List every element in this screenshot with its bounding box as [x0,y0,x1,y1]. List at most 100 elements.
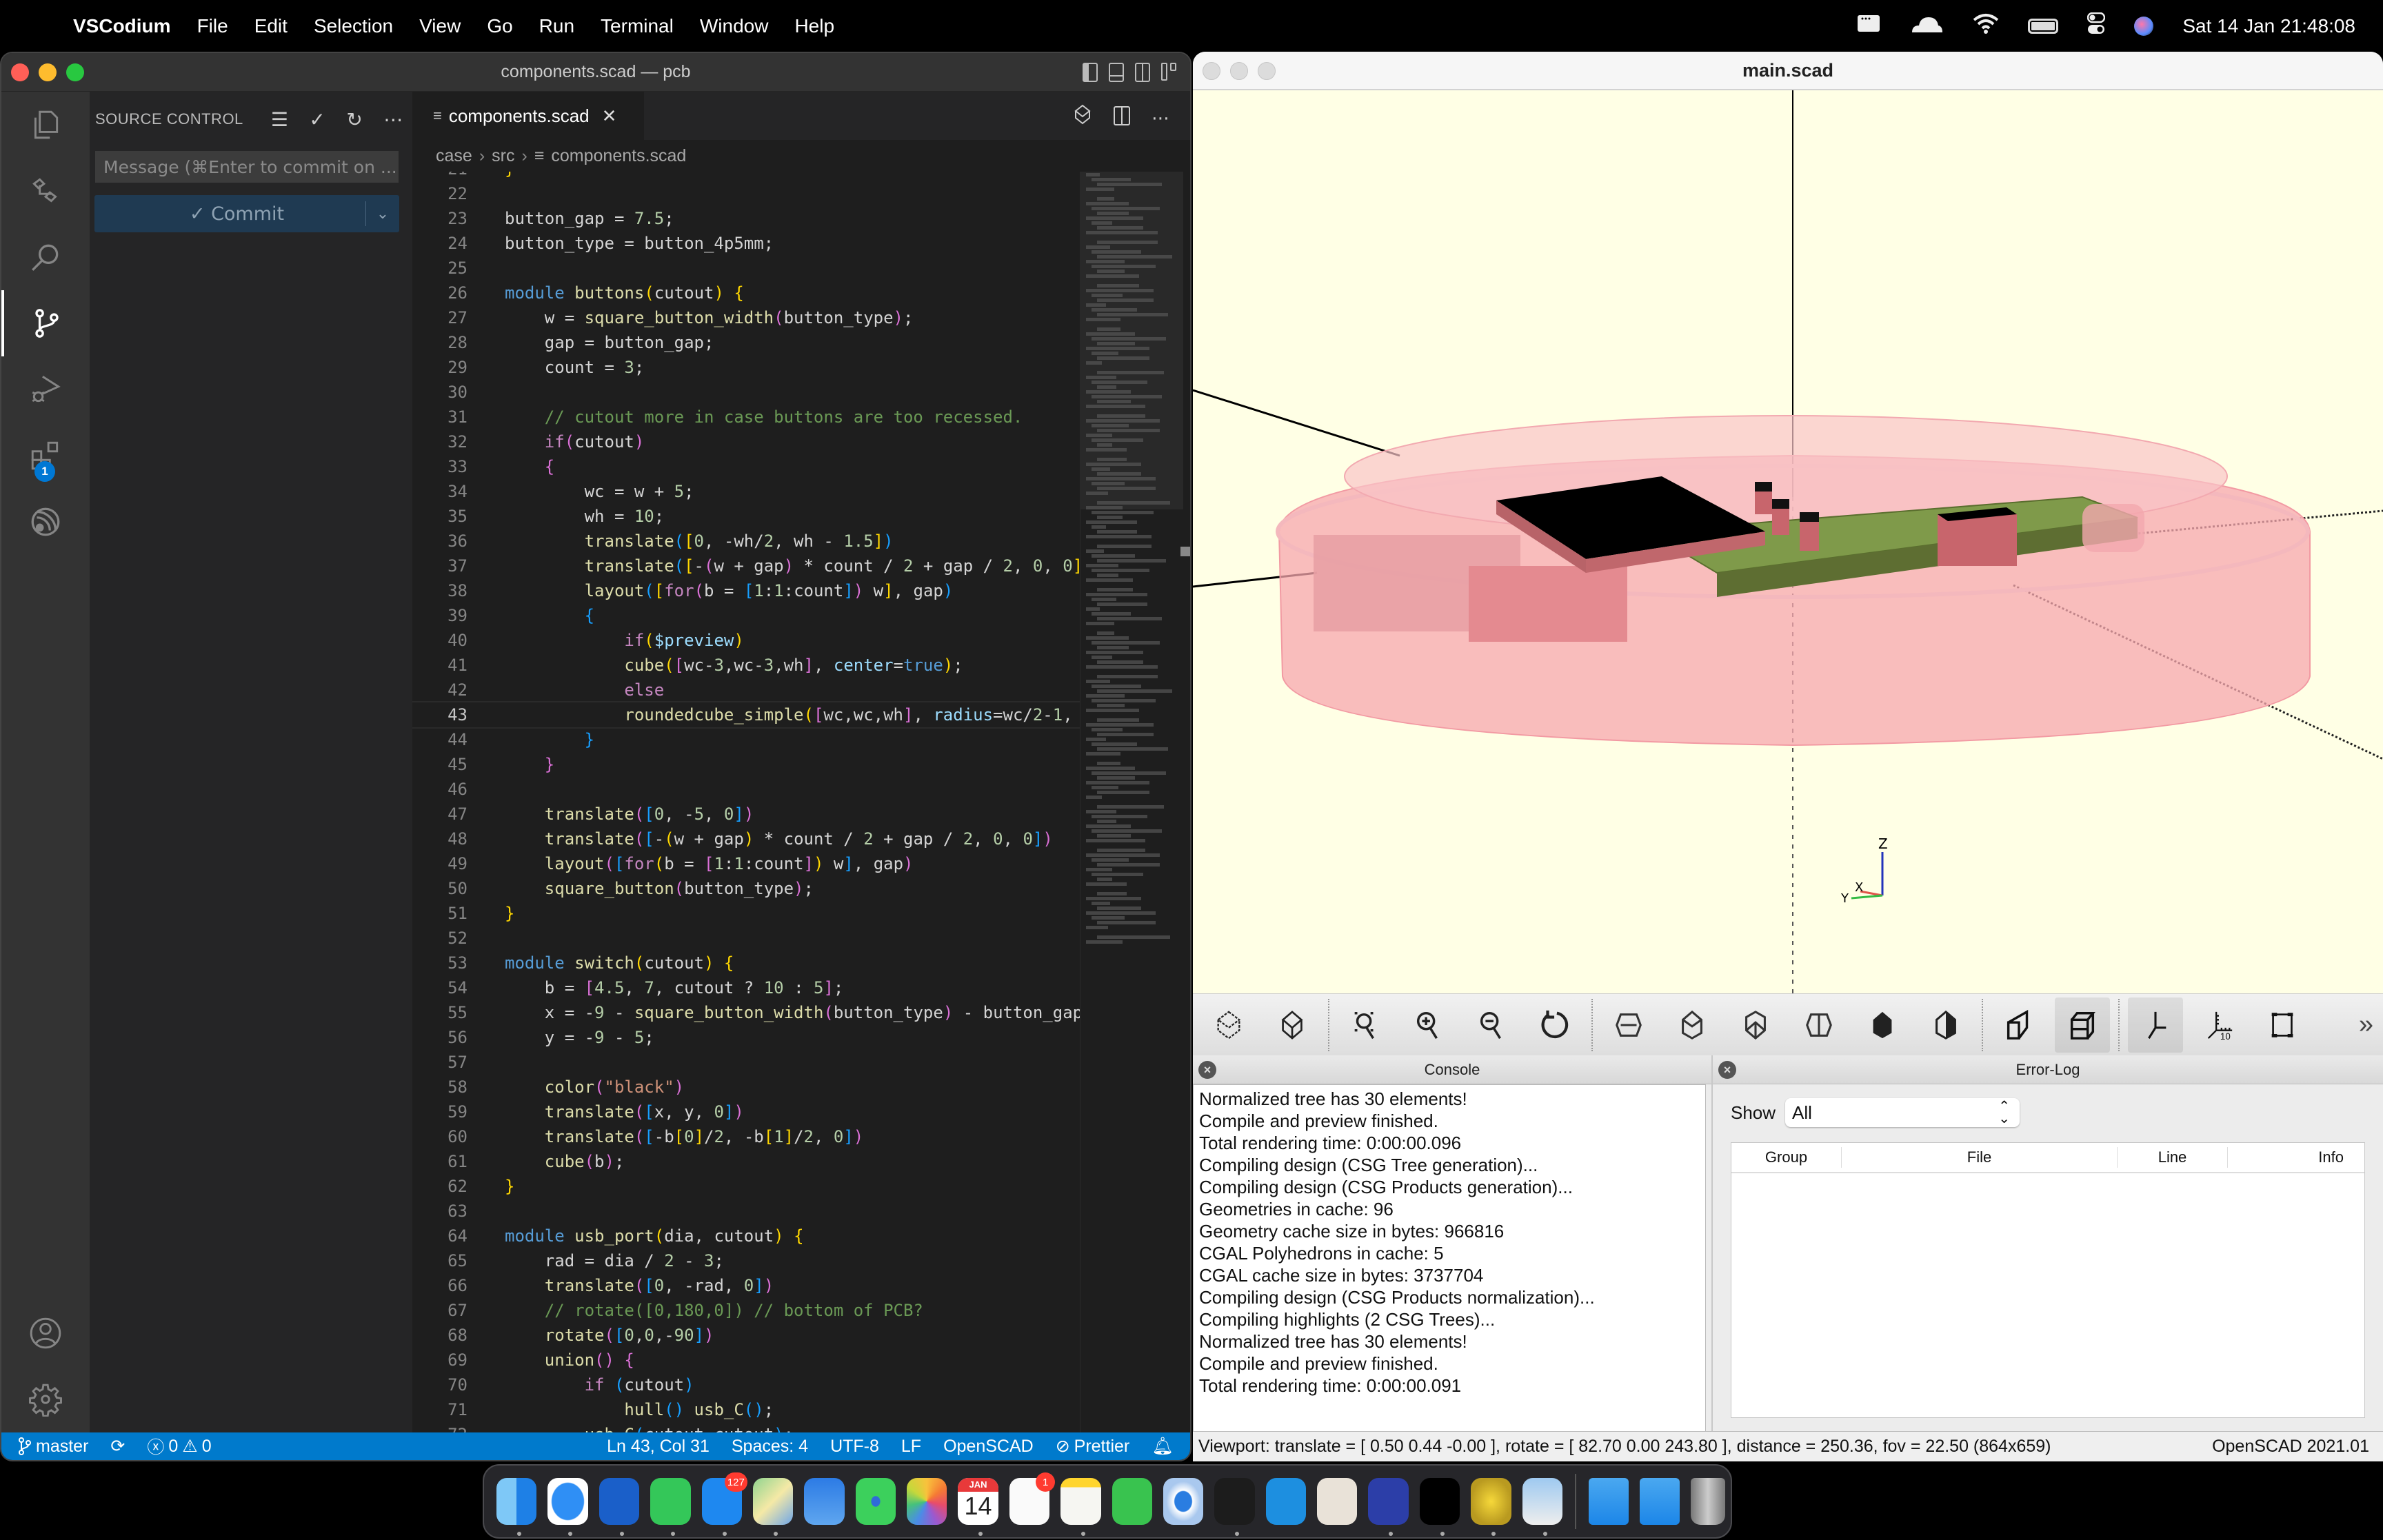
code-line[interactable]: 25 [412,256,1080,281]
status-indentation[interactable]: Spaces: 4 [732,1437,808,1457]
status-prettier[interactable]: ⊘ Prettier [1056,1436,1130,1457]
code-line[interactable]: 67 // rotate([0,180,0]) // bottom of PCB… [412,1298,1080,1323]
breadcrumb-src[interactable]: src [492,146,514,166]
more-actions-icon[interactable]: ⋯ [383,108,403,131]
view-top-button[interactable] [1665,997,1720,1053]
commit-button[interactable]: ✓ Commit ⌄ [94,195,399,232]
code-line[interactable]: 61 cube(b); [412,1149,1080,1174]
code-line[interactable]: 45 } [412,752,1080,777]
dock-app-photos[interactable] [907,1478,947,1525]
code-line[interactable]: 24 button_type = button_4p5mm; [412,231,1080,256]
code-line[interactable]: 49 layout([for(b = [1:1:count]) w], gap) [412,851,1080,876]
view-right-button[interactable] [1601,997,1656,1053]
zoom-window-button[interactable] [1258,62,1276,80]
minimap[interactable] [1080,172,1183,1432]
code-line[interactable]: 38 layout([for(b = [1:1:count]) w], gap) [412,578,1080,603]
commit-message-input[interactable] [95,151,399,183]
sync-icon[interactable]: ⟳ [110,1436,125,1457]
menu-help[interactable]: Help [794,15,834,37]
orthogonal-button[interactable] [2055,997,2110,1053]
code-line[interactable]: 43 roundedcube_simple([wc,wc,wh], radius… [412,701,1080,729]
dock-app-safari[interactable] [547,1478,588,1536]
column-header-file[interactable]: File [1842,1147,2118,1168]
dock-app-find-my[interactable] [855,1478,896,1525]
render-button[interactable] [1265,997,1320,1053]
code-line[interactable]: 21} [412,172,1080,181]
tab-components-scad[interactable]: ≡ components.scad ✕ [412,92,644,140]
dock-trash-icon[interactable] [1691,1478,1725,1525]
editor-scrollbar[interactable] [1180,172,1190,1432]
dock-app-weather[interactable] [804,1478,845,1525]
view-all-button[interactable] [1338,997,1393,1053]
close-tab-icon[interactable]: ✕ [602,105,617,127]
view-bottom-button[interactable] [1728,997,1783,1053]
dock-folder-applications[interactable] [1588,1478,1629,1525]
code-line[interactable]: 47 translate([0, -5, 0]) [412,802,1080,827]
code-line[interactable]: 71 hull() usb_C(); [412,1397,1080,1422]
activity-extensions[interactable]: 1 [1,423,90,489]
battery-icon[interactable] [2028,18,2059,34]
status-problems[interactable]: ⓧ 0 ⚠ 0 [147,1434,211,1459]
code-line[interactable]: 64 module usb_port(dia, cutout) { [412,1224,1080,1248]
close-console-icon[interactable]: × [1198,1061,1216,1079]
code-line[interactable]: 66 translate([0, -rad, 0]) [412,1273,1080,1298]
close-window-button[interactable] [1203,62,1220,80]
menu-window[interactable]: Window [700,15,769,37]
code-line[interactable]: 58 color("black") [412,1075,1080,1100]
dock-app-maps[interactable] [752,1478,794,1536]
toolbar-overflow-icon[interactable]: » [2359,1010,2373,1040]
code-line[interactable]: 53 module switch(cutout) { [412,951,1080,975]
activity-espressif[interactable] [1,489,90,555]
show-axes-button[interactable] [2128,997,2183,1053]
code-line[interactable]: 54 b = [4.5, 7, cutout ? 10 : 5]; [412,975,1080,1000]
activity-run-debug[interactable] [1,356,90,423]
window-menu-icon[interactable] [1857,14,1880,38]
status-eol[interactable]: LF [901,1437,921,1457]
view-left-button[interactable] [1791,997,1847,1053]
reset-view-button[interactable] [1528,997,1583,1053]
code-line[interactable]: 68 rotate([0,0,-90]) [412,1323,1080,1348]
code-line[interactable]: 27 w = square_button_width(button_type); [412,305,1080,330]
notifications-bell-icon[interactable]: 🔔︎ [1152,1437,1174,1457]
dock-folder-downloads[interactable] [1640,1478,1680,1525]
view-back-button[interactable] [1918,997,1973,1053]
code-line[interactable]: 59 translate([x, y, 0]) [412,1100,1080,1124]
dock-app-finder[interactable] [496,1478,537,1536]
dock-app-chromium[interactable] [1163,1478,1204,1525]
code-line[interactable]: 63 [412,1199,1080,1224]
dock-app-messages[interactable] [650,1478,691,1536]
openscad-preview-icon[interactable] [1073,104,1092,132]
code-line[interactable]: 52 [412,926,1080,951]
code-line[interactable]: 65 rad = dia / 2 - 3; [412,1248,1080,1273]
activity-manage[interactable] [1,1366,90,1432]
code-line[interactable]: 32 if(cutout) [412,429,1080,454]
commit-check-icon[interactable]: ✓ [309,108,325,131]
editor-more-actions-icon[interactable]: ⋯ [1152,108,1169,129]
dock-app-docker[interactable] [1265,1478,1306,1525]
minimize-window-button[interactable] [1230,62,1248,80]
dock-app-openscad[interactable] [1471,1478,1511,1536]
dock-app-preview[interactable] [1522,1478,1562,1536]
toggle-panel-icon[interactable] [1109,63,1124,82]
dock-app-notes[interactable] [1060,1478,1101,1536]
code-line[interactable]: 51} [412,901,1080,926]
code-line[interactable]: 60 translate([-b[0]/2, -b[1]/2, 0]) [412,1124,1080,1149]
toggle-primary-sidebar-icon[interactable] [1083,63,1098,82]
menu-go[interactable]: Go [487,15,512,37]
column-header-group[interactable]: Group [1731,1147,1842,1168]
split-editor-icon[interactable] [1113,105,1131,131]
code-line[interactable]: 55 x = -9 - square_button_width(button_t… [412,1000,1080,1025]
menu-app-name[interactable]: VSCodium [73,15,171,37]
code-line[interactable]: 57 [412,1050,1080,1075]
code-line[interactable]: 36 translate([0, -wh/2, wh - 1.5]) [412,529,1080,554]
activity-remote-explorer[interactable] [1,158,90,224]
status-language[interactable]: OpenSCAD [943,1437,1034,1457]
code-line[interactable]: 31 // cutout more in case buttons are to… [412,405,1080,429]
dock-app-mail[interactable]: 127 [701,1472,747,1536]
menu-edit[interactable]: Edit [254,15,288,37]
code-line[interactable]: 42 else [412,678,1080,702]
code-line[interactable]: 40 if($preview) [412,628,1080,653]
close-error-log-icon[interactable]: × [1718,1061,1736,1079]
status-branch[interactable]: master [18,1437,88,1457]
code-line[interactable]: 56 y = -9 - 5; [412,1025,1080,1050]
